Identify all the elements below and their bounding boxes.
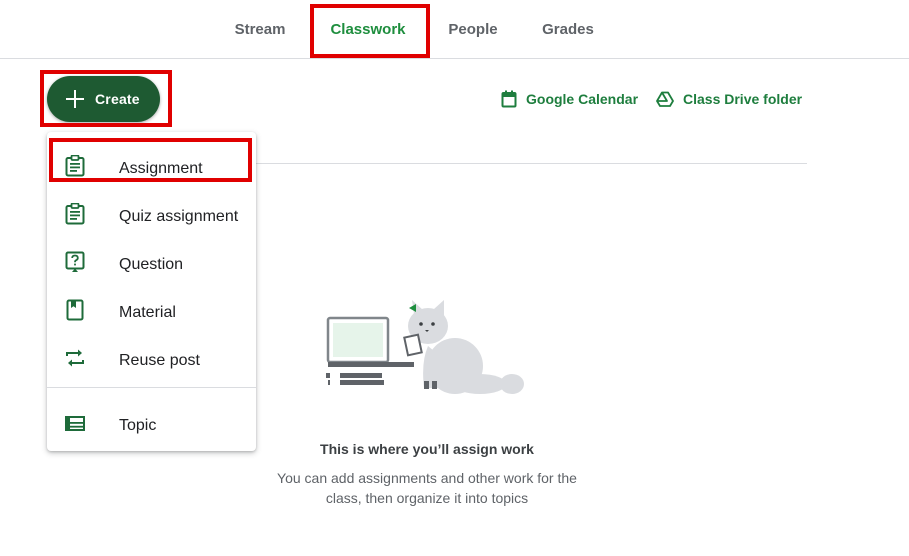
topic-divider <box>256 163 807 164</box>
google-calendar-link[interactable]: Google Calendar <box>501 89 638 109</box>
menu-item-quiz-assignment[interactable]: Quiz assignment <box>47 187 256 235</box>
menu-item-label: Reuse post <box>119 352 200 369</box>
create-menu: Assignment Quiz assignment Question Mate… <box>47 132 256 451</box>
drive-icon <box>656 91 674 107</box>
create-button-label: Create <box>95 91 140 107</box>
plus-icon <box>66 90 84 108</box>
tab-grades[interactable]: Grades <box>532 0 604 58</box>
menu-separator <box>47 387 256 388</box>
menu-item-label: Assignment <box>119 160 203 177</box>
menu-item-label: Quiz assignment <box>119 208 239 225</box>
empty-state-illustration <box>326 300 524 394</box>
calendar-icon <box>501 90 517 108</box>
menu-item-question[interactable]: Question <box>47 235 256 283</box>
reuse-post-icon <box>66 349 84 367</box>
active-tab-indicator <box>310 54 426 58</box>
menu-item-material[interactable]: Material <box>47 283 256 331</box>
menu-item-assignment[interactable]: Assignment <box>47 139 256 187</box>
class-drive-folder-label: Class Drive folder <box>683 91 803 107</box>
tab-people[interactable]: People <box>438 0 508 58</box>
material-icon <box>66 299 84 321</box>
menu-item-topic[interactable]: Topic <box>47 396 256 444</box>
menu-item-label: Question <box>119 256 184 273</box>
empty-state-title: This is where you’ll assign work <box>320 441 534 457</box>
menu-item-label: Material <box>119 304 176 321</box>
quiz-assignment-icon <box>65 203 85 225</box>
menu-item-reuse-post[interactable]: Reuse post <box>47 331 256 379</box>
create-button[interactable]: Create <box>47 76 160 122</box>
google-calendar-label: Google Calendar <box>526 91 639 107</box>
empty-state-body: You can add assignments and other work f… <box>277 470 577 506</box>
menu-item-label: Topic <box>119 417 157 434</box>
class-drive-folder-link[interactable]: Class Drive folder <box>656 89 802 109</box>
tab-bar: Stream Classwork People Grades <box>0 0 909 59</box>
tab-stream[interactable]: Stream <box>224 0 296 58</box>
topic-icon <box>65 416 85 431</box>
tab-classwork[interactable]: Classwork <box>314 0 422 58</box>
assignment-icon <box>65 155 85 177</box>
question-icon <box>65 251 85 272</box>
